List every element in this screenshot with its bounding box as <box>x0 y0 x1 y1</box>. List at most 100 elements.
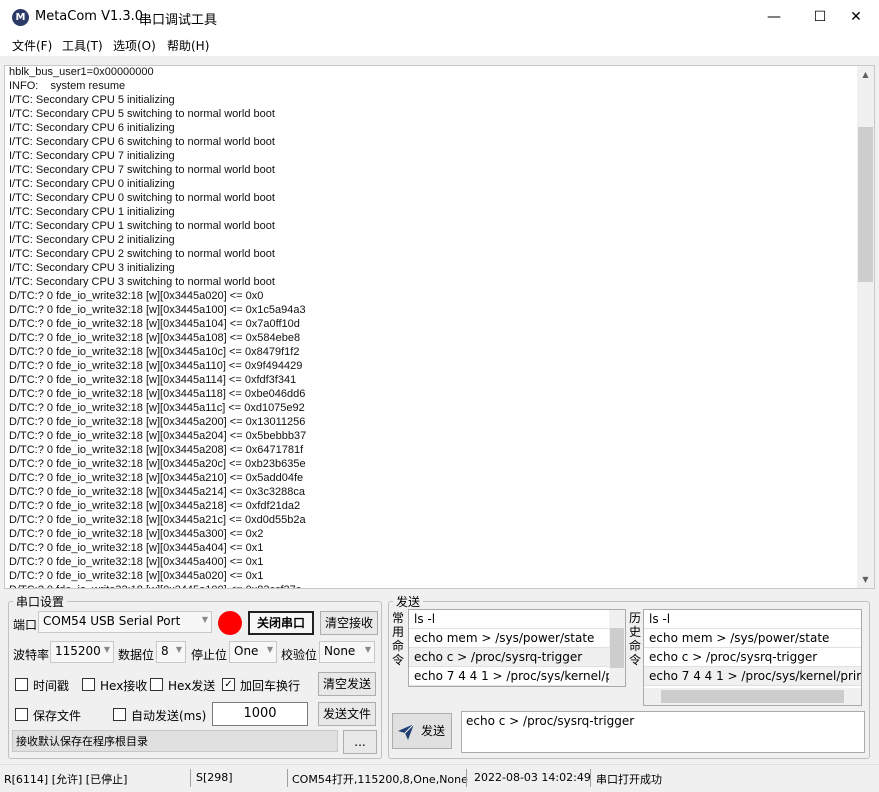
parity-label: 校验位 <box>281 648 318 662</box>
status-tx: S[298] <box>196 771 233 784</box>
terminal-line: D/TC:? 0 fde_io_write32:18 [w][0x3445a10… <box>9 304 306 316</box>
terminal-line: I/TC: Secondary CPU 6 switching to norma… <box>9 136 275 148</box>
status-datetime: 2022-08-03 14:02:49 <box>474 771 591 784</box>
app-logo-icon: M <box>12 9 29 26</box>
scrollbar-thumb[interactable] <box>610 628 624 668</box>
menu-file[interactable]: 文件(F) <box>12 37 52 54</box>
list-item[interactable]: echo mem > /sys/power/state <box>409 629 625 648</box>
send-input[interactable]: echo c > /proc/sysrq-trigger <box>461 711 865 753</box>
scroll-down-icon[interactable]: ▼ <box>857 571 874 588</box>
status-message: 串口打开成功 <box>596 773 662 786</box>
terminal-output: hblk_bus_user1=0x00000000 INFO: system re… <box>9 66 849 588</box>
serial-settings-legend: 串口设置 <box>16 595 65 609</box>
auto-send-label: 自动发送(ms) <box>131 709 207 723</box>
terminal-line: I/TC: Secondary CPU 0 initializing <box>9 178 175 190</box>
terminal-line: D/TC:? 0 fde_io_write32:18 [w][0x3445a40… <box>9 542 264 554</box>
chevron-down-icon: ▼ <box>201 615 208 624</box>
auto-send-checkbox[interactable] <box>113 708 126 721</box>
send-file-button[interactable]: 发送文件 <box>318 702 376 726</box>
list-item[interactable]: echo 7 4 4 1 > /proc/sys/kernel/printk <box>644 667 861 686</box>
clear-receive-button[interactable]: 清空接收 <box>320 611 378 635</box>
title-bar: M MetaCom V1.3.0 串口调试工具 — ☐ ✕ <box>0 0 879 34</box>
close-button[interactable]: ✕ <box>833 0 879 34</box>
add-crlf-checkbox[interactable]: ✓ <box>222 678 235 691</box>
minimize-button[interactable]: — <box>751 0 797 34</box>
auto-send-interval-input[interactable]: 1000 <box>212 702 308 726</box>
timestamp-label: 时间戳 <box>33 679 70 693</box>
history-label-char: 命 <box>628 639 641 653</box>
list-item[interactable]: ls -l <box>644 610 861 629</box>
receive-terminal[interactable]: hblk_bus_user1=0x00000000 INFO: system re… <box>4 65 875 589</box>
terminal-line: D/TC:? 0 fde_io_write32:18 [w][0x3445a20… <box>9 458 306 470</box>
save-path-field[interactable]: 接收默认保存在程序根目录 <box>12 730 338 752</box>
status-port-info: COM54打开,115200,8,One,None <box>292 773 468 786</box>
common-label-char: 常 <box>391 611 404 625</box>
hex-send-checkbox[interactable] <box>150 678 163 691</box>
history-label-char: 史 <box>628 625 641 639</box>
clear-send-button[interactable]: 清空发送 <box>318 672 376 696</box>
common-commands-list[interactable]: ls -l echo mem > /sys/power/state echo c… <box>408 609 626 687</box>
terminal-line: D/TC:? 0 fde_io_write32:18 [w][0x3445a21… <box>9 514 306 526</box>
hex-receive-label: Hex接收 <box>100 679 148 693</box>
scrollbar-thumb[interactable] <box>661 690 844 703</box>
menu-tools[interactable]: 工具(T) <box>62 37 103 54</box>
terminal-line: D/TC:? 0 fde_io_write32:18 [w][0x3445a10… <box>9 583 849 588</box>
send-input-text: echo c > /proc/sysrq-trigger <box>466 714 635 728</box>
send-plane-icon <box>398 723 415 740</box>
terminal-line: hblk_bus_user1=0x00000000 <box>9 66 154 78</box>
terminal-line: D/TC:? 0 fde_io_write32:18 [w][0x3445a11… <box>9 388 306 400</box>
parity-value: None <box>324 644 356 658</box>
menu-options[interactable]: 选项(O) <box>113 37 156 54</box>
scroll-up-icon[interactable]: ▲ <box>857 66 874 83</box>
history-commands-list[interactable]: ls -l echo mem > /sys/power/state echo c… <box>643 609 862 706</box>
chevron-down-icon: ▼ <box>175 645 182 654</box>
common-label-char: 令 <box>391 653 404 667</box>
terminal-line: I/TC: Secondary CPU 7 initializing <box>9 150 175 162</box>
app-title: MetaCom V1.3.0 <box>35 9 144 24</box>
terminal-line: D/TC:? 0 fde_io_write32:18 [w][0x3445a20… <box>9 416 306 428</box>
close-port-button[interactable]: 关闭串口 <box>248 611 314 635</box>
list-item[interactable]: echo c > /proc/sysrq-trigger <box>644 648 861 667</box>
list-item[interactable]: echo 7 4 4 1 > /proc/sys/kernel/printk <box>409 667 625 686</box>
chevron-down-icon: ▼ <box>266 645 273 654</box>
add-crlf-label: 加回车换行 <box>240 679 301 693</box>
send-button[interactable]: 发送 <box>392 713 452 749</box>
checkmark-icon: ✓ <box>224 679 233 690</box>
list-item[interactable]: echo mem > /sys/power/state <box>644 629 861 648</box>
common-commands-label: 常 用 命 令 <box>391 611 405 667</box>
hex-receive-checkbox[interactable] <box>82 678 95 691</box>
port-select[interactable]: COM54 USB Serial Port ▼ <box>38 611 212 633</box>
baud-value: 115200 <box>55 644 101 658</box>
port-value: COM54 USB Serial Port <box>43 614 181 628</box>
terminal-line: I/TC: Secondary CPU 7 switching to norma… <box>9 164 275 176</box>
baud-select[interactable]: 115200 ▼ <box>50 641 114 663</box>
common-label-char: 用 <box>391 625 404 639</box>
history-list-hscrollbar[interactable] <box>644 688 861 705</box>
status-separator <box>287 769 288 787</box>
common-list-scrollbar[interactable] <box>609 610 625 686</box>
history-label-char: 历 <box>628 611 641 625</box>
terminal-line: D/TC:? 0 fde_io_write32:18 [w][0x3445a21… <box>9 486 305 498</box>
chevron-down-icon: ▼ <box>103 645 110 654</box>
port-label: 端口 <box>13 618 38 632</box>
terminal-line: D/TC:? 0 fde_io_write32:18 [w][0x3445a11… <box>9 374 297 386</box>
scrollbar-thumb[interactable] <box>858 127 873 282</box>
menu-help[interactable]: 帮助(H) <box>167 37 209 54</box>
stopbits-select[interactable]: One ▼ <box>229 641 277 663</box>
save-file-checkbox[interactable] <box>15 708 28 721</box>
list-item[interactable]: echo c > /proc/sysrq-trigger <box>409 648 625 667</box>
terminal-line: I/TC: Secondary CPU 5 switching to norma… <box>9 108 275 120</box>
status-separator <box>590 769 591 787</box>
parity-select[interactable]: None ▼ <box>319 641 375 663</box>
terminal-scrollbar[interactable]: ▲ ▼ <box>857 66 874 588</box>
list-item[interactable]: ls -l <box>409 610 625 629</box>
databits-select[interactable]: 8 ▼ <box>156 641 186 663</box>
send-button-label: 发送 <box>420 724 445 738</box>
status-separator <box>190 769 191 787</box>
terminal-line: D/TC:? 0 fde_io_write32:18 [w][0x3445a20… <box>9 430 307 442</box>
baud-label: 波特率 <box>13 648 50 662</box>
terminal-line: D/TC:? 0 fde_io_write32:18 [w][0x3445a11… <box>9 360 303 372</box>
timestamp-checkbox[interactable] <box>15 678 28 691</box>
browse-button[interactable]: ... <box>343 730 377 754</box>
terminal-line: I/TC: Secondary CPU 3 switching to norma… <box>9 276 275 288</box>
